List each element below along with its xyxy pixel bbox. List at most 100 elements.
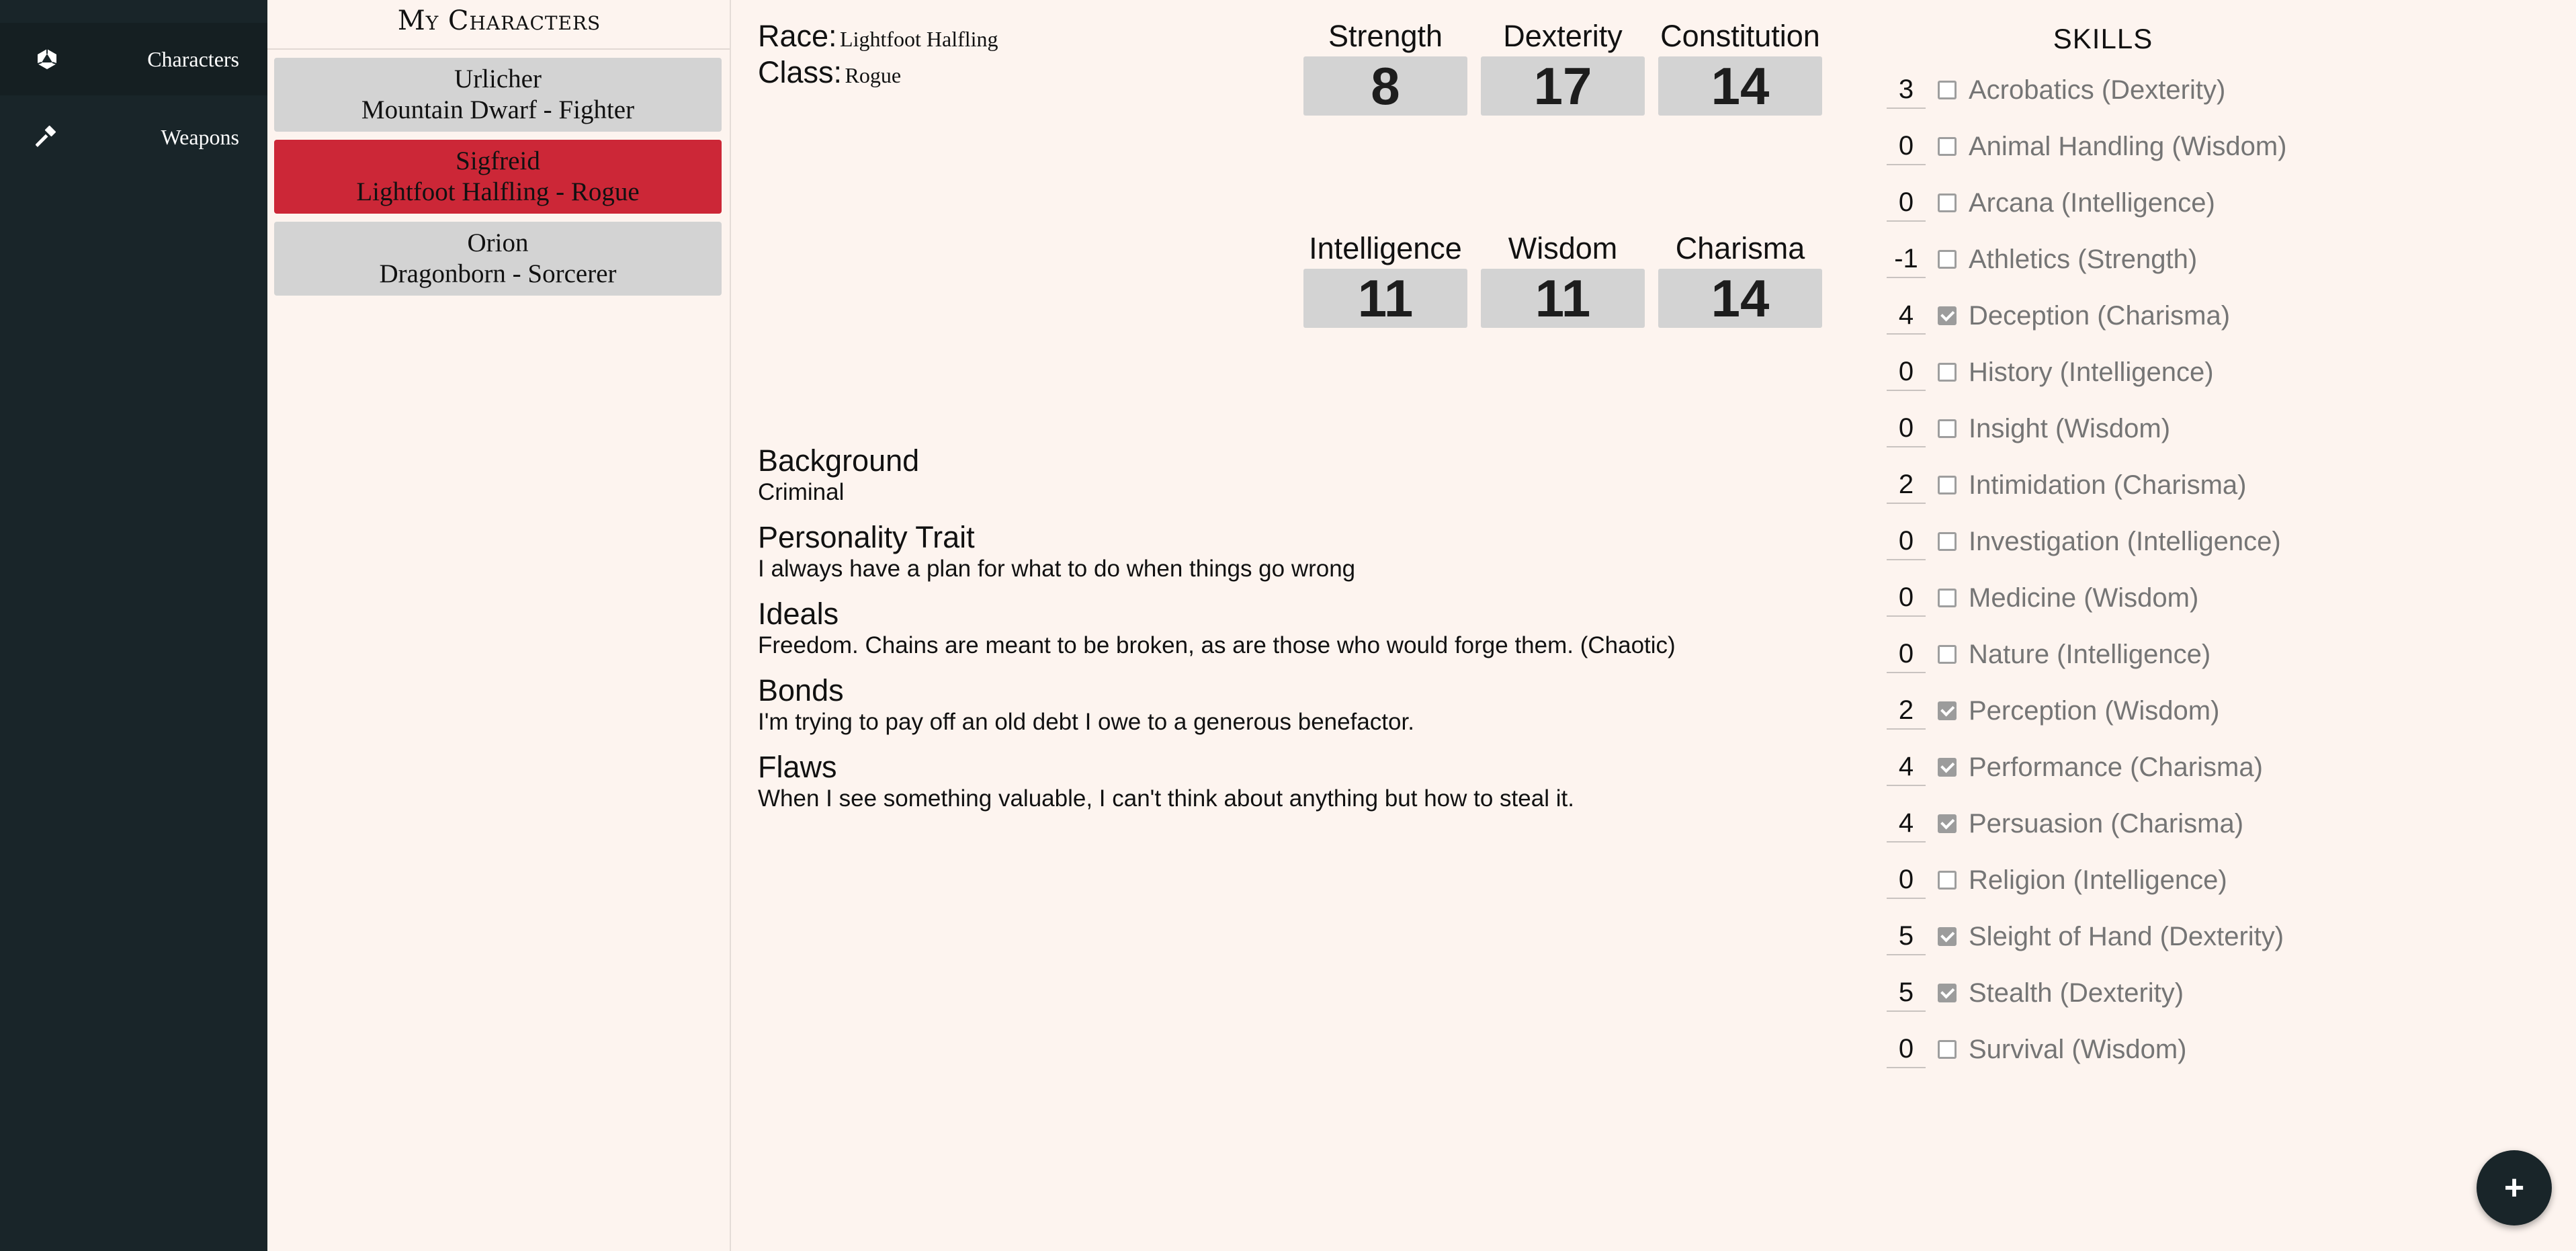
skill-row: 4 Persuasion (Charisma) <box>1887 804 2243 844</box>
race-label: Race: <box>758 19 837 53</box>
character-subtitle: Mountain Dwarf - Fighter <box>361 95 635 124</box>
skill-proficiency-checkbox[interactable] <box>1938 984 1957 1002</box>
class-value: Rogue <box>845 63 902 87</box>
skill-row: 5 Stealth (Dexterity) <box>1887 973 2184 1013</box>
nav-label-characters: Characters <box>147 46 239 71</box>
skill-value[interactable]: 4 <box>1887 805 1926 843</box>
skill-proficiency-checkbox[interactable] <box>1938 419 1957 438</box>
character-card-urlicher[interactable]: Urlicher Mountain Dwarf - Fighter <box>274 58 722 132</box>
skill-value[interactable]: 4 <box>1887 748 1926 786</box>
stat-constitution: Constitution 14 <box>1658 16 1822 116</box>
nav-item-characters[interactable]: Characters <box>0 23 267 95</box>
skill-row: 2 Intimidation (Charisma) <box>1887 465 2246 505</box>
skill-value[interactable]: 2 <box>1887 466 1926 504</box>
skill-value[interactable]: 0 <box>1887 184 1926 222</box>
skill-proficiency-checkbox[interactable] <box>1938 589 1957 607</box>
skill-proficiency-checkbox[interactable] <box>1938 758 1957 777</box>
flaws-text: When I see something valuable, I can't t… <box>758 785 1574 812</box>
class-line: Class: Rogue <box>758 55 901 90</box>
ideals-text: Freedom. Chains are meant to be broken, … <box>758 632 1676 658</box>
skill-value[interactable]: 3 <box>1887 71 1926 109</box>
stat-name: Intelligence <box>1309 231 1462 265</box>
character-name: Orion <box>467 228 529 257</box>
skill-name: Nature (Intelligence) <box>1969 639 2211 669</box>
skill-row: 0 Nature (Intelligence) <box>1887 634 2210 675</box>
ideals-heading: Ideals <box>758 597 839 631</box>
skill-value[interactable]: 0 <box>1887 523 1926 560</box>
skill-name: Acrobatics (Dexterity) <box>1969 75 2226 105</box>
nav-item-weapons[interactable]: Weapons <box>0 101 267 173</box>
skill-proficiency-checkbox[interactable] <box>1938 193 1957 212</box>
skill-value[interactable]: 5 <box>1887 918 1926 955</box>
skill-row: 0 History (Intelligence) <box>1887 352 2214 392</box>
skill-name: Insight (Wisdom) <box>1969 413 2171 443</box>
skill-value[interactable]: 4 <box>1887 297 1926 335</box>
skill-value[interactable]: 0 <box>1887 410 1926 447</box>
skill-proficiency-checkbox[interactable] <box>1938 532 1957 551</box>
skill-proficiency-checkbox[interactable] <box>1938 927 1957 946</box>
add-character-button[interactable]: + <box>2477 1150 2552 1225</box>
side-nav: Characters Weapons <box>0 0 267 1251</box>
flaws-heading: Flaws <box>758 750 837 784</box>
skill-proficiency-checkbox[interactable] <box>1938 250 1957 269</box>
skill-proficiency-checkbox[interactable] <box>1938 645 1957 664</box>
skill-value[interactable]: -1 <box>1887 241 1926 278</box>
skill-proficiency-checkbox[interactable] <box>1938 814 1957 833</box>
skill-value[interactable]: 0 <box>1887 353 1926 391</box>
skill-row: 0 Insight (Wisdom) <box>1887 408 2170 449</box>
skill-name: Animal Handling (Wisdom) <box>1969 131 2287 161</box>
skill-name: Performance (Charisma) <box>1969 752 2263 782</box>
skill-proficiency-checkbox[interactable] <box>1938 1040 1957 1059</box>
stat-strength: Strength 8 <box>1303 16 1467 116</box>
skill-name: Deception (Charisma) <box>1969 300 2231 331</box>
background-heading: Background <box>758 443 920 478</box>
skill-name: Medicine (Wisdom) <box>1969 583 2199 613</box>
skill-row: 2 Perception (Wisdom) <box>1887 691 2219 731</box>
skill-name: Sleight of Hand (Dexterity) <box>1969 921 2284 951</box>
skill-row: -1 Athletics (Strength) <box>1887 239 2197 279</box>
background-text: Criminal <box>758 479 845 505</box>
skill-value[interactable]: 2 <box>1887 692 1926 730</box>
skill-value[interactable]: 0 <box>1887 128 1926 165</box>
race-line: Race: Lightfoot Halfling <box>758 19 998 54</box>
hammer-icon <box>34 124 60 150</box>
skill-value[interactable]: 0 <box>1887 861 1926 899</box>
stat-name: Wisdom <box>1508 231 1618 265</box>
character-card-sigfreid[interactable]: Sigfreid Lightfoot Halfling - Rogue <box>274 140 722 214</box>
skill-proficiency-checkbox[interactable] <box>1938 701 1957 720</box>
skill-proficiency-checkbox[interactable] <box>1938 137 1957 156</box>
skill-name: Religion (Intelligence) <box>1969 865 2227 895</box>
character-card-orion[interactable]: Orion Dragonborn - Sorcerer <box>274 222 722 296</box>
skill-proficiency-checkbox[interactable] <box>1938 363 1957 382</box>
skill-proficiency-checkbox[interactable] <box>1938 81 1957 99</box>
skill-name: Arcana (Intelligence) <box>1969 187 2215 218</box>
bonds-heading: Bonds <box>758 673 844 707</box>
divider <box>267 48 730 50</box>
character-subtitle: Lightfoot Halfling - Rogue <box>356 177 640 206</box>
skill-value[interactable]: 5 <box>1887 974 1926 1012</box>
stat-name: Dexterity <box>1503 19 1623 53</box>
skill-name: Stealth (Dexterity) <box>1969 978 2184 1008</box>
stat-intelligence: Intelligence 11 <box>1303 228 1467 328</box>
personality-heading: Personality Trait <box>758 520 975 554</box>
skill-value[interactable]: 0 <box>1887 579 1926 617</box>
skill-row: 0 Animal Handling (Wisdom) <box>1887 126 2286 167</box>
skill-row: 0 Investigation (Intelligence) <box>1887 521 2281 562</box>
character-list-title: My Characters <box>397 5 601 36</box>
d20-icon <box>34 46 60 73</box>
skill-proficiency-checkbox[interactable] <box>1938 476 1957 494</box>
stat-value: 17 <box>1481 56 1645 116</box>
skill-proficiency-checkbox[interactable] <box>1938 871 1957 890</box>
skill-row: 5 Sleight of Hand (Dexterity) <box>1887 916 2284 957</box>
skill-value[interactable]: 0 <box>1887 1031 1926 1068</box>
skill-row: 0 Arcana (Intelligence) <box>1887 183 2215 223</box>
race-value: Lightfoot Halfling <box>840 27 998 51</box>
skill-row: 3 Acrobatics (Dexterity) <box>1887 70 2225 110</box>
stat-charisma: Charisma 14 <box>1658 228 1822 328</box>
skill-name: Athletics (Strength) <box>1969 244 2198 274</box>
skill-value[interactable]: 0 <box>1887 636 1926 673</box>
skill-name: History (Intelligence) <box>1969 357 2214 387</box>
skill-name: Persuasion (Charisma) <box>1969 808 2244 838</box>
skill-proficiency-checkbox[interactable] <box>1938 306 1957 325</box>
character-name: Urlicher <box>454 64 542 93</box>
